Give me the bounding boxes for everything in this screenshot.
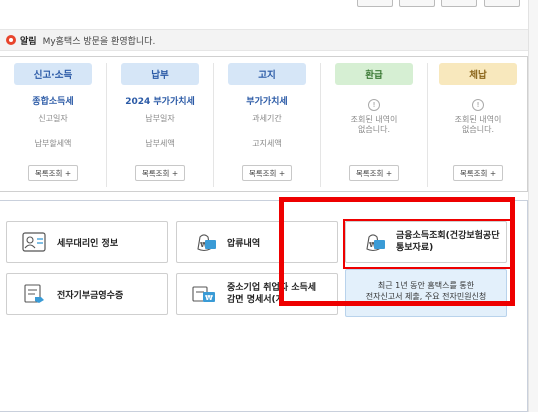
money-bag-icon: ₩ (197, 234, 216, 252)
seizure-label: 압류내역 (227, 238, 261, 249)
donation-label: 전자기부금영수증 (57, 290, 124, 301)
status-line2: 납부세액 (145, 139, 175, 148)
status-line2: 고지세액 (252, 139, 282, 148)
tax-status-panel: 신고·소득 종합소득세 신고일자 납부할세액 목록조회 + 납부 2024 부가… (0, 56, 528, 192)
info-icon: ! (472, 99, 484, 111)
notice-text: My홈택스 방문을 환영합니다. (42, 36, 156, 47)
sme-label-line2: 감면 명세서(개 (227, 295, 284, 305)
status-line2: 납부할세액 (34, 139, 72, 148)
category-pill: 고지 (228, 63, 306, 85)
category-pill: 신고·소득 (14, 63, 92, 85)
category-pill: 체납 (439, 63, 517, 85)
status-line1: 신고일자 (38, 114, 68, 123)
status-main[interactable]: 2024 부가가치세 (107, 94, 213, 107)
document-money-icon: ₩ (192, 286, 215, 302)
status-col-payment: 납부 2024 부가가치세 납부일자 납부세액 목록조회 + (107, 57, 213, 193)
category-pill: 환급 (335, 63, 413, 85)
donation-receipt-button[interactable]: 전자기부금영수증 (6, 273, 168, 315)
status-col-arrears: 체납 ! 조회된 내역이 없습니다. 목록조회 + (428, 57, 528, 193)
tax-agent-info-button[interactable]: 세무대리인 정보 (6, 221, 168, 263)
highlight-inner-box (343, 219, 513, 269)
top-strip (0, 0, 538, 10)
list-view-button[interactable]: 목록조회 + (135, 165, 185, 181)
alert-icon (6, 35, 16, 45)
status-main[interactable]: 종합소득세 (0, 94, 106, 107)
list-view-button[interactable]: 목록조회 + (242, 165, 292, 181)
top-button-3[interactable] (441, 0, 477, 7)
scrollbar[interactable] (528, 0, 538, 412)
top-button-1[interactable] (357, 0, 393, 7)
status-main[interactable]: 부가가치세 (214, 94, 320, 107)
notice-bar: 알림 My홈택스 방문을 환영합니다. (0, 29, 528, 51)
empty-line1: 조회된 내역이 (454, 115, 502, 124)
tax-agent-label: 세무대리인 정보 (57, 238, 119, 249)
svg-text:₩: ₩ (205, 294, 213, 302)
info-icon: ! (368, 99, 380, 111)
top-button-2[interactable] (399, 0, 435, 7)
status-line1: 과세기간 (252, 114, 282, 123)
notice-title: 알림 (20, 36, 37, 47)
status-col-refund: 환급 ! 조회된 내역이 없습니다. 목록조회 + (321, 57, 427, 193)
list-view-button[interactable]: 목록조회 + (349, 165, 399, 181)
status-line1: 납부일자 (145, 114, 175, 123)
status-col-filing: 신고·소득 종합소득세 신고일자 납부할세액 목록조회 + (0, 57, 106, 193)
top-button-4[interactable] (484, 0, 520, 7)
category-pill: 납부 (121, 63, 199, 85)
list-view-button[interactable]: 목록조회 + (453, 165, 503, 181)
receipt-icon (24, 284, 44, 303)
empty-line2: 없습니다. (358, 125, 390, 134)
list-view-button[interactable]: 목록조회 + (28, 165, 78, 181)
id-card-icon (22, 232, 46, 252)
empty-line2: 없습니다. (462, 125, 494, 134)
status-col-notice: 고지 부가가치세 과세기간 고지세액 목록조회 + (214, 57, 320, 193)
empty-line1: 조회된 내역이 (350, 115, 398, 124)
